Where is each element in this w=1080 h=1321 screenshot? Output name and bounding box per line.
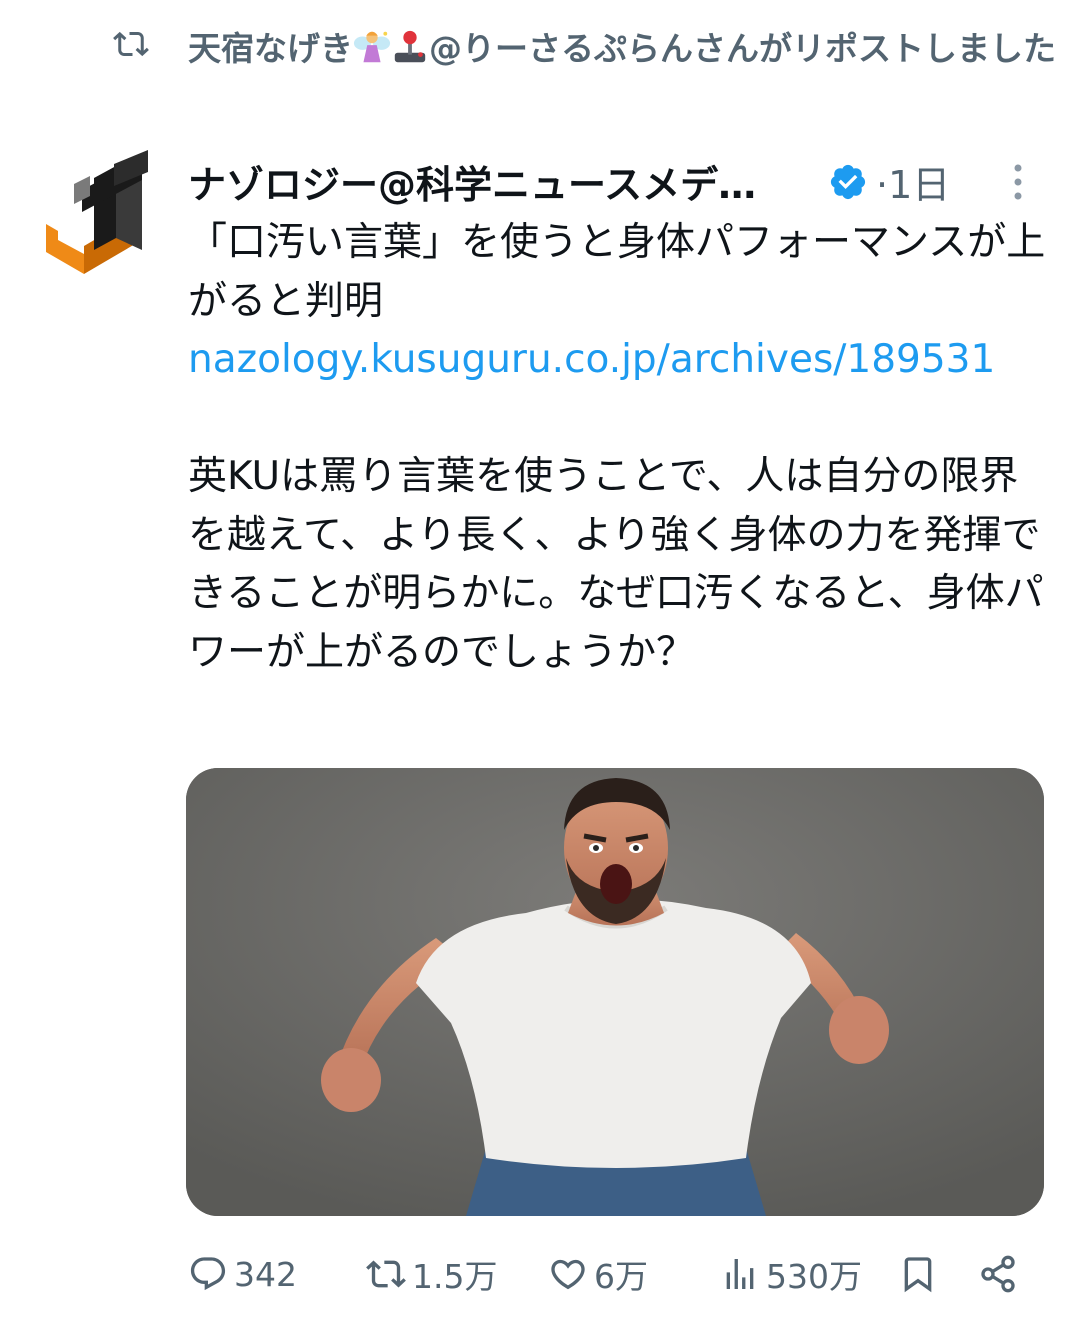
- reposted-suffix: @りーさるぷらんさんがリポストしました: [429, 29, 1056, 68]
- share-icon: [981, 1255, 1015, 1293]
- reply-button[interactable]: 342: [188, 1244, 297, 1304]
- more-options-icon[interactable]: [1000, 160, 1036, 204]
- repost-icon: [113, 31, 149, 57]
- views-button[interactable]: 530万: [720, 1244, 862, 1304]
- repost-icon: [366, 1260, 406, 1288]
- author-name[interactable]: ナゾロジー@科学ニュースメデ…: [188, 154, 756, 209]
- bookmark-icon: [904, 1257, 932, 1293]
- bookmark-button[interactable]: [898, 1244, 938, 1304]
- article-link[interactable]: nazology.kusuguru.co.jp/archives/189531: [188, 337, 995, 382]
- reply-count: 342: [234, 1254, 297, 1294]
- views-chart-icon: [726, 1259, 754, 1289]
- share-button[interactable]: [978, 1244, 1018, 1304]
- post-media[interactable]: [186, 768, 1044, 1216]
- post-header: ナゾロジー@科学ニュースメデ… ·1日: [188, 154, 1058, 212]
- verified-badge-icon[interactable]: [828, 162, 868, 202]
- photo-man-shouting: [186, 768, 1044, 1216]
- joystick-emoji: [394, 30, 426, 63]
- reply-icon: [190, 1257, 226, 1291]
- post-actions: 342 1.5万 6万 530万: [188, 1244, 1048, 1304]
- heart-icon: [551, 1259, 585, 1290]
- post-title: 「口汚い言葉」を使うと身体パフォーマンスが上がると判明: [188, 220, 1046, 324]
- views-count: 530万: [766, 1257, 862, 1296]
- like-count: 6万: [594, 1257, 648, 1296]
- timestamp[interactable]: ·1日: [876, 154, 950, 209]
- nazology-logo: [46, 150, 148, 274]
- repost-count: 1.5万: [412, 1257, 498, 1296]
- author-avatar[interactable]: [44, 150, 150, 276]
- fairy-emoji: [353, 31, 391, 63]
- repost-button[interactable]: 1.5万: [366, 1244, 497, 1304]
- like-button[interactable]: 6万: [548, 1244, 648, 1304]
- post-body: 英KUは罵り言葉を使うことで、人は自分の限界を越えて、より長く、より強く身体の力…: [188, 454, 1044, 675]
- repost-label[interactable]: 天宿なげき @りーさるぷらんさんがリポストしました: [188, 22, 1058, 76]
- reposter-name: 天宿なげき: [188, 29, 353, 68]
- post-text: 「口汚い言葉」を使うと身体パフォーマンスが上がると判明 nazology.kus…: [188, 214, 1048, 682]
